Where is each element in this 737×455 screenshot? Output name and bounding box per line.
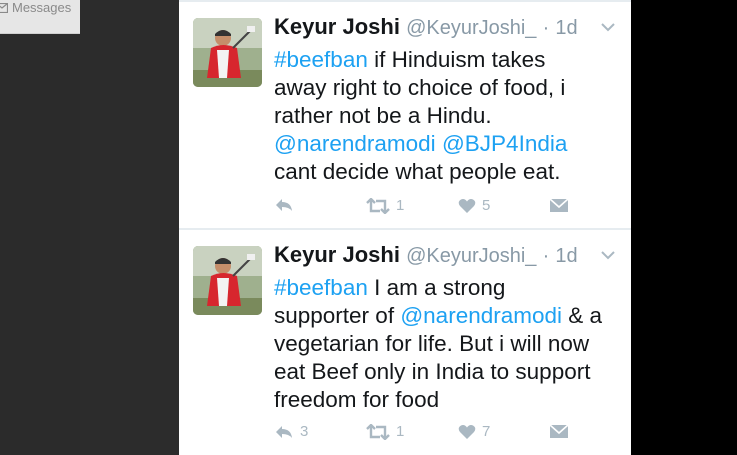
avatar[interactable]	[193, 246, 262, 315]
like-button[interactable]: 7	[458, 423, 490, 440]
tweet-actions: 3 1 7	[274, 423, 574, 447]
retweet-icon	[366, 423, 390, 440]
mention-link[interactable]: @narendramodi	[274, 131, 436, 156]
envelope-icon	[549, 198, 569, 212]
hashtag-link[interactable]: #beefban	[274, 47, 368, 72]
text-run: vegetarian for life. But i will now	[274, 331, 590, 356]
tweet[interactable]: Keyur Joshi @KeyurJoshi_ · 1d #beefban i…	[179, 2, 631, 228]
avatar-image	[193, 246, 262, 315]
modal-overlay-left	[80, 0, 179, 455]
author-name[interactable]: Keyur Joshi	[274, 242, 400, 267]
direct-message-button[interactable]	[549, 423, 569, 439]
retweet-icon	[366, 197, 390, 214]
text-run: I am a strong	[367, 275, 506, 300]
tweet-line: vegetarian for life. But i will now	[274, 330, 624, 358]
text-run: supporter of	[274, 303, 401, 328]
like-count: 5	[482, 197, 491, 214]
text-run: & a	[562, 303, 603, 328]
tweet-line: away right to choice of food, i	[274, 74, 624, 102]
dimmed-background	[0, 34, 80, 455]
text-run: cant decide what people eat.	[274, 159, 561, 184]
like-count: 7	[482, 423, 491, 440]
mention-link[interactable]: @BJP4India	[442, 131, 567, 156]
reply-icon	[276, 199, 292, 211]
hashtag-link[interactable]: #beefban	[274, 275, 368, 300]
tweet-line: @narendramodi @BJP4India	[274, 130, 624, 158]
retweet-count: 1	[396, 197, 405, 214]
tweet-timeline: Keyur Joshi @KeyurJoshi_ · 1d #beefban i…	[179, 0, 631, 455]
heart-icon	[458, 424, 476, 439]
text-run: rather not be a Hindu.	[274, 103, 492, 128]
avatar-image	[193, 18, 262, 87]
author-name[interactable]: Keyur Joshi	[274, 14, 400, 39]
tweet-time[interactable]: 1d	[555, 245, 577, 267]
avatar[interactable]	[193, 18, 262, 87]
tweet-actions: 1 5	[274, 197, 574, 221]
retweet-button[interactable]: 1	[366, 423, 404, 440]
text-run: eat Beef only in India to support	[274, 359, 591, 384]
separator-dot: ·	[542, 17, 550, 39]
tweet-header: Keyur Joshi @KeyurJoshi_ · 1d	[274, 12, 578, 43]
tweet-text: #beefban if Hinduism takes away right to…	[274, 46, 624, 186]
reply-icon	[276, 425, 292, 438]
tweet-line: rather not be a Hindu.	[274, 102, 624, 130]
tweet-line: eat Beef only in India to support	[274, 358, 624, 386]
retweet-button[interactable]: 1	[366, 197, 404, 214]
tweet-text: #beefban I am a strong supporter of @nar…	[274, 274, 624, 414]
like-button[interactable]: 5	[458, 197, 490, 214]
reply-button[interactable]: 3	[274, 423, 308, 440]
tweet-line: supporter of @narendramodi & a	[274, 302, 624, 330]
messages-nav-item[interactable]: Messages	[0, 0, 71, 15]
reply-button[interactable]	[274, 197, 300, 213]
tweet-line: #beefban I am a strong	[274, 274, 624, 302]
tweet[interactable]: Keyur Joshi @KeyurJoshi_ · 1d #beefban I…	[179, 230, 631, 455]
tweet-time[interactable]: 1d	[555, 17, 577, 39]
retweet-count: 1	[396, 423, 405, 440]
heart-icon	[458, 198, 476, 213]
reply-count: 3	[300, 423, 309, 440]
text-run: if Hinduism takes	[367, 47, 546, 72]
mention-link[interactable]: @narendramodi	[400, 303, 562, 328]
envelope-icon	[549, 424, 569, 438]
tweet-line: freedom for food	[274, 386, 624, 414]
author-handle[interactable]: @KeyurJoshi_	[406, 245, 536, 267]
left-panel: Messages	[0, 0, 80, 455]
text-run: away right to choice of food, i	[274, 75, 566, 100]
text-run: freedom for food	[274, 387, 440, 412]
separator-dot: ·	[542, 245, 550, 267]
messages-label: Messages	[12, 0, 72, 15]
tweet-line: cant decide what people eat.	[274, 158, 624, 186]
modal-overlay-right	[631, 0, 737, 455]
direct-message-button[interactable]	[549, 197, 569, 213]
chevron-down-icon[interactable]	[601, 250, 615, 260]
chevron-down-icon[interactable]	[601, 22, 615, 32]
author-handle[interactable]: @KeyurJoshi_	[406, 17, 536, 39]
mail-icon	[0, 2, 8, 13]
tweet-line: #beefban if Hinduism takes	[274, 46, 624, 74]
tweet-header: Keyur Joshi @KeyurJoshi_ · 1d	[274, 240, 578, 271]
